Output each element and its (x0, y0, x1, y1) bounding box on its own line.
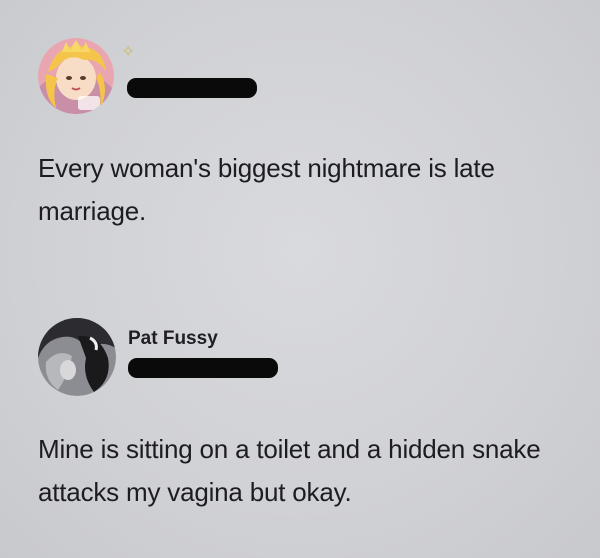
redacted-username (127, 78, 257, 98)
original-post: ✧ Every woman's biggest nightmare is lat… (0, 0, 600, 250)
reply-post: Pat Fussy Mine is sitting on a toilet an… (0, 300, 600, 558)
post-text: Every woman's biggest nightmare is late … (38, 153, 495, 226)
post-text: Mine is sitting on a toilet and a hidden… (38, 434, 541, 507)
cartoon-princess-avatar-icon[interactable] (38, 38, 114, 114)
photo-avatar-icon[interactable] (38, 318, 116, 396)
author-name[interactable]: Pat Fussy (128, 328, 218, 350)
sparkle-icon: ✧ (121, 42, 136, 62)
redacted-username (128, 358, 278, 378)
screenshot-canvas: ✧ Every woman's biggest nightmare is lat… (0, 0, 600, 558)
